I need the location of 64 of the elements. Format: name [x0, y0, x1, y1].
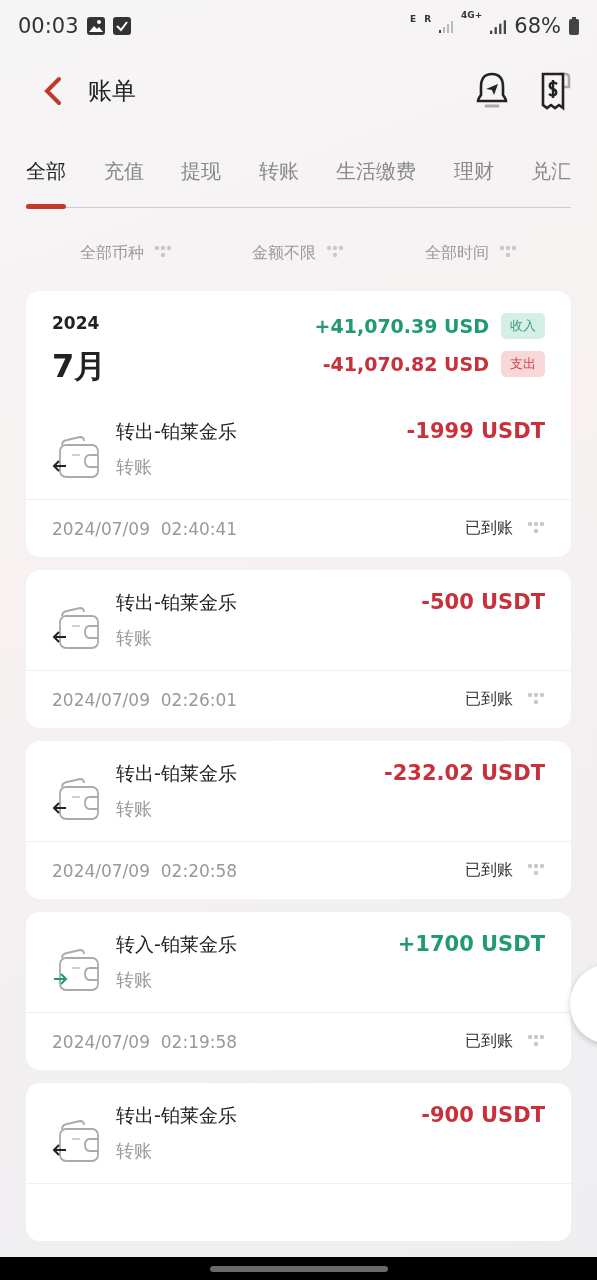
summary-total: -41,070.82 USD: [322, 353, 489, 375]
home-indicator[interactable]: [209, 1265, 388, 1272]
transaction-status: 已到账: [465, 689, 513, 710]
transaction-status: 已到账: [465, 518, 513, 539]
signal-icon: [490, 18, 507, 34]
transaction-status: 已到账: [465, 1031, 513, 1052]
transaction-card[interactable]: 转入-铂莱金乐 转账 +1700 USDT 2024/07/09 02:19:58 已到账: [26, 912, 571, 1070]
sim-label: R: [424, 14, 432, 24]
category-tab[interactable]: 全部: [26, 158, 66, 207]
transaction-amount: -900 USDT: [421, 1103, 545, 1129]
transaction-title: 转出-铂莱金乐: [116, 590, 237, 615]
transaction-datetime: 2024/07/09 02:20:58: [52, 860, 238, 881]
transaction-title: 转出-铂莱金乐: [116, 419, 237, 444]
wallet-arrow-icon: [52, 1117, 100, 1165]
transaction-datetime: 2024/07/09 02:19:58: [52, 1031, 238, 1052]
transaction-title: 转出-铂莱金乐: [116, 761, 237, 786]
category-tab[interactable]: 转账: [258, 158, 299, 207]
total-badge: 支出: [501, 351, 545, 377]
wallet-arrow-icon: [52, 775, 100, 823]
battery-percent: 68%: [514, 14, 561, 38]
transaction-category: 转账: [116, 1139, 153, 1163]
summary-year: 2024: [52, 313, 101, 333]
receipt-icon[interactable]: [539, 71, 571, 111]
transaction-amount: +1700 USDT: [397, 932, 545, 958]
transaction-category: 转账: [116, 797, 153, 821]
total-badge: 收入: [501, 313, 545, 339]
transaction-card[interactable]: 转出-铂莱金乐 转账 -500 USDT 2024/07/09 02:26:01 已到账: [26, 570, 571, 728]
transaction-category: 转账: [116, 968, 153, 992]
category-tab[interactable]: 兑汇: [531, 158, 571, 207]
transaction-category: 转账: [116, 455, 153, 479]
signal-icon: [439, 19, 454, 33]
category-tab[interactable]: 充值: [103, 158, 144, 207]
wallet-arrow-icon: [52, 604, 100, 652]
filter-dropdown[interactable]: 金额不限: [246, 232, 351, 274]
page-title: 账单: [88, 76, 136, 107]
category-tab[interactable]: 生活缴费: [336, 158, 416, 207]
filter-dropdown[interactable]: 全部时间: [418, 232, 523, 274]
network-label: 4G+: [461, 10, 483, 20]
transaction-datetime: 2024/07/09 02:26:01: [52, 689, 238, 710]
category-tab[interactable]: 提现: [181, 158, 221, 207]
transaction-amount: -1999 USDT: [406, 419, 545, 445]
checkbox-icon: [112, 17, 131, 35]
transaction-card[interactable]: 转出-铂莱金乐 转账 -232.02 USDT 2024/07/09 02:20:58 已到账: [26, 741, 571, 899]
summary-total: +41,070.39 USD: [314, 315, 489, 337]
back-icon[interactable]: [42, 76, 62, 106]
battery-icon: [569, 17, 579, 35]
transaction-amount: -232.02 USDT: [384, 761, 545, 787]
transaction-card[interactable]: 2024 7月 +41,070.39 USD 收入 -41,070.82 USD 支出 转出-铂莱金乐 转账 -1999 USDT 2024/07/09 02:40:41 已到账: [26, 291, 571, 557]
summary-month: 7月: [52, 346, 107, 387]
transaction-status: 已到账: [465, 860, 513, 881]
filter-dropdown[interactable]: 全部币种: [74, 232, 179, 274]
wallet-arrow-icon: [52, 946, 100, 994]
sim-label: E: [410, 14, 417, 24]
transaction-datetime: 2024/07/09 02:40:41: [52, 518, 238, 539]
gallery-icon: [86, 17, 105, 35]
bell-icon[interactable]: [475, 71, 509, 109]
transaction-card[interactable]: 转出-铂莱金乐 转账 -900 USDT: [26, 1083, 571, 1241]
wallet-arrow-icon: [52, 433, 100, 481]
transaction-amount: -500 USDT: [421, 590, 545, 616]
category-tab[interactable]: 理财: [453, 158, 494, 207]
status-time: 00:03: [18, 14, 79, 38]
transaction-category: 转账: [116, 626, 153, 650]
transaction-title: 转出-铂莱金乐: [116, 1103, 237, 1128]
transaction-title: 转入-铂莱金乐: [116, 932, 237, 957]
